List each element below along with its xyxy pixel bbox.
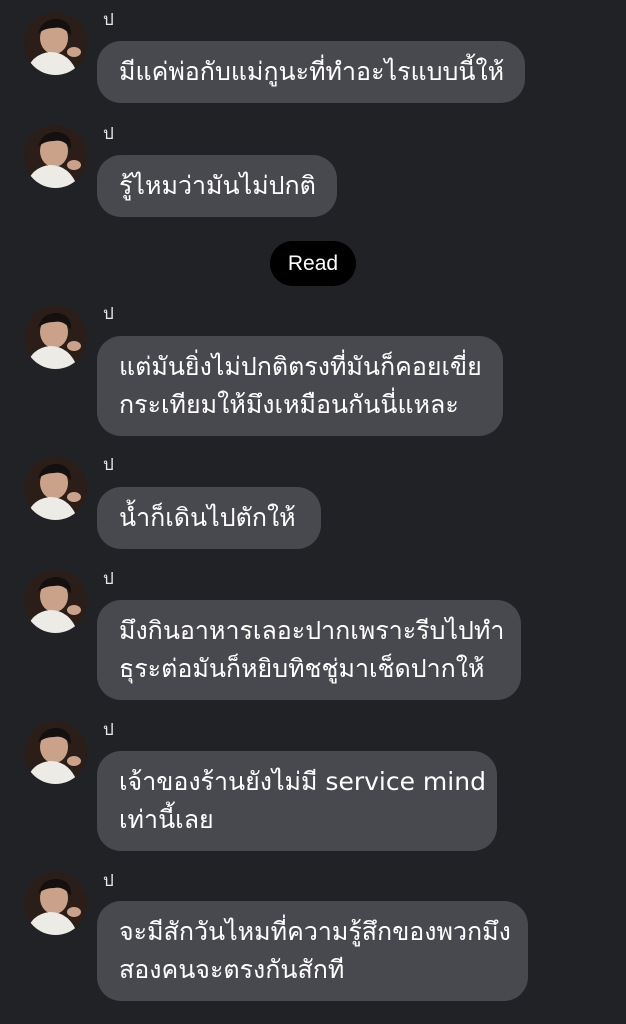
avatar[interactable] — [24, 721, 87, 784]
profile-photo-icon — [24, 12, 87, 75]
avatar[interactable] — [24, 12, 87, 75]
profile-photo-icon — [24, 457, 87, 520]
sender-name: ป — [103, 304, 114, 323]
message-bubble[interactable]: น้ำก็เดินไปตักให้ — [97, 487, 321, 549]
read-receipt-badge: Read — [270, 241, 356, 286]
message-line: จะมีสักวันไหมที่ความรู้สึกของพวกมึง — [119, 917, 511, 946]
avatar[interactable] — [24, 872, 87, 935]
message-line: เท่านี้เลย — [119, 805, 214, 834]
sender-name: ป — [103, 871, 114, 890]
sender-name: ป — [103, 569, 114, 588]
chat-thread: ป มีแค่พ่อกับแม่กูนะที่ทำอะไรแบบนี้ให้ ป… — [0, 0, 626, 1024]
message-line: กระเทียมให้มึงเหมือนกันนี่แหละ — [119, 390, 459, 419]
sender-name: ป — [103, 124, 114, 143]
message-bubble[interactable]: รู้ไหมว่ามันไม่ปกติ — [97, 155, 337, 217]
sender-name: ป — [103, 455, 114, 474]
message-line: แต่มันยิ่งไม่ปกติตรงที่มันก็คอยเขี่ย — [119, 352, 482, 381]
message-bubble[interactable]: มึงกินอาหารเลอะปากเพราะรีบไปทำ ธุระต่อมั… — [97, 600, 521, 700]
profile-photo-icon — [24, 721, 87, 784]
message-line: รู้ไหมว่ามันไม่ปกติ — [119, 171, 316, 200]
message-line: เจ้าของร้านยังไม่มี service mind — [119, 767, 486, 796]
message-bubble[interactable]: มีแค่พ่อกับแม่กูนะที่ทำอะไรแบบนี้ให้ — [97, 41, 525, 103]
message-line: มึงกินอาหารเลอะปากเพราะรีบไปทำ — [119, 616, 505, 645]
avatar[interactable] — [24, 125, 87, 188]
profile-photo-icon — [24, 125, 87, 188]
avatar[interactable] — [24, 306, 87, 369]
message-line: สองคนจะตรงกันสักที — [119, 955, 345, 984]
message-bubble[interactable]: จะมีสักวันไหมที่ความรู้สึกของพวกมึง สองค… — [97, 901, 528, 1001]
message-bubble[interactable]: แต่มันยิ่งไม่ปกติตรงที่มันก็คอยเขี่ย กระ… — [97, 336, 503, 436]
avatar[interactable] — [24, 457, 87, 520]
message-line: ธุระต่อมันก็หยิบทิชชู่มาเช็ดปากให้ — [119, 654, 485, 683]
message-bubble[interactable]: เจ้าของร้านยังไม่มี service mind เท่านี้… — [97, 751, 497, 851]
message-line: มีแค่พ่อกับแม่กูนะที่ทำอะไรแบบนี้ให้ — [119, 57, 505, 86]
profile-photo-icon — [24, 306, 87, 369]
avatar[interactable] — [24, 570, 87, 633]
profile-photo-icon — [24, 872, 87, 935]
profile-photo-icon — [24, 570, 87, 633]
message-line: น้ำก็เดินไปตักให้ — [119, 503, 296, 532]
sender-name: ป — [103, 720, 114, 739]
sender-name: ป — [103, 10, 114, 29]
